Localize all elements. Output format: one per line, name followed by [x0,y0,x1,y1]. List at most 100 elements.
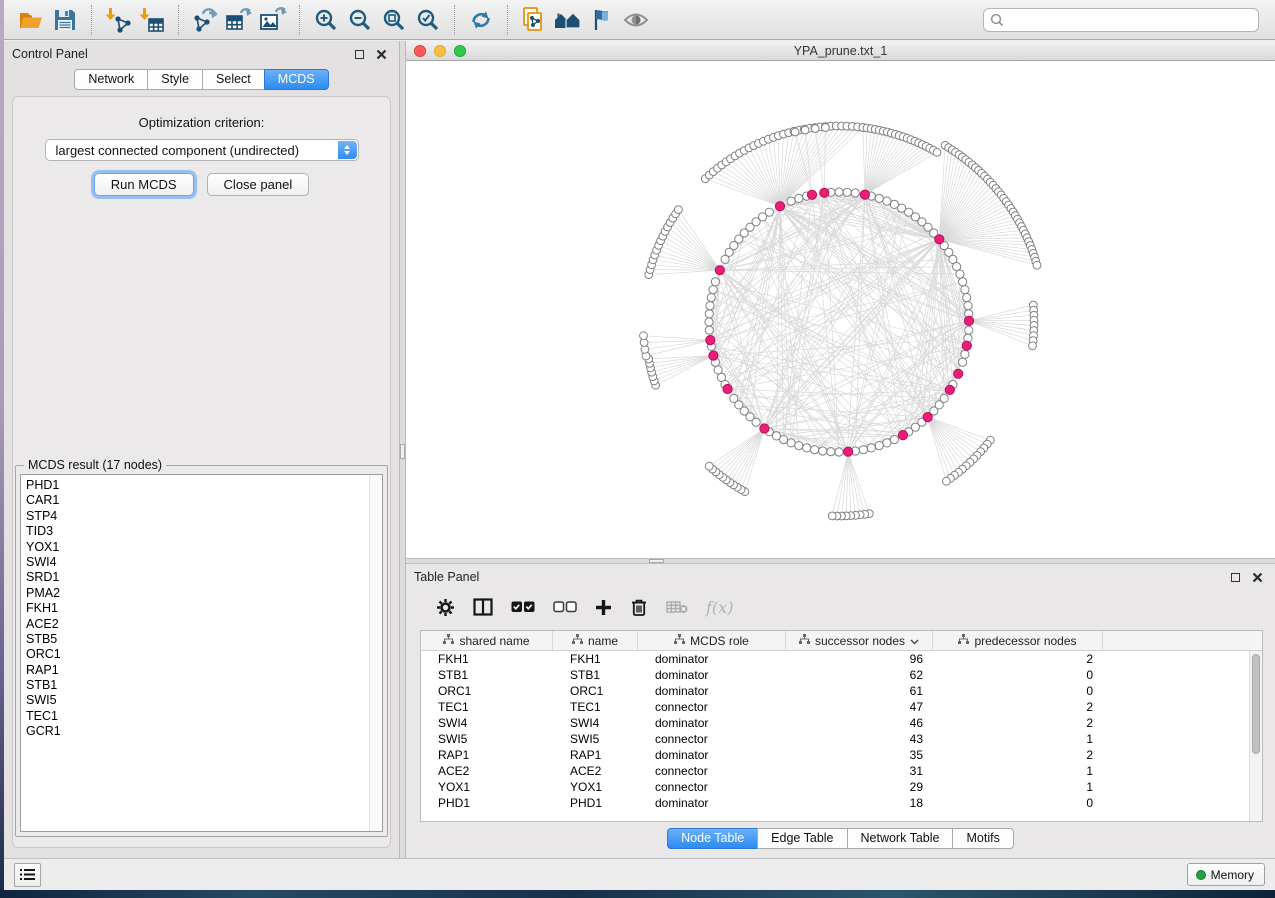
mcds-result-item[interactable]: SWI4 [21,555,368,570]
split-handle[interactable] [649,559,664,563]
column-header-successor-nodes[interactable]: successor nodes [786,631,933,650]
mcds-result-item[interactable]: YOX1 [21,540,368,555]
table-row[interactable]: ORC1ORC1dominator610 [421,683,1262,699]
mcds-result-item[interactable]: RAP1 [21,663,368,678]
table-row[interactable]: STB1STB1dominator620 [421,667,1262,683]
mcds-result-item[interactable]: PMA2 [21,586,368,601]
mcds-result-item[interactable]: FKH1 [21,601,368,616]
table-cell[interactable]: YOX1 [553,779,638,795]
column-header-predecessor-nodes[interactable]: predecessor nodes [933,631,1103,650]
table-cell[interactable]: PHD1 [421,795,553,811]
close-panel-icon[interactable] [373,47,389,61]
select-all-columns-icon[interactable] [511,601,535,613]
tab-node-table[interactable]: Node Table [667,828,758,849]
table-cell[interactable]: 0 [933,795,1103,811]
tab-style[interactable]: Style [147,69,203,90]
table-cell[interactable]: 0 [933,667,1103,683]
zoom-selected-icon[interactable] [411,4,445,36]
table-row[interactable]: ACE2ACE2connector311 [421,763,1262,779]
table-row[interactable]: RAP1RAP1dominator352 [421,747,1262,763]
column-header-name[interactable]: name [553,631,638,650]
table-cell[interactable]: dominator [638,651,786,667]
table-cell[interactable]: dominator [638,715,786,731]
mcds-result-item[interactable]: TID3 [21,524,368,539]
table-cell[interactable]: 31 [786,763,933,779]
show-column-icon[interactable] [473,598,493,616]
mcds-result-item[interactable]: ACE2 [21,617,368,632]
open-session-icon[interactable] [14,4,48,36]
close-panel-icon[interactable] [1249,570,1265,584]
mcds-result-item[interactable]: SWI5 [21,693,368,708]
show-hide-details-icon[interactable] [619,4,653,36]
close-panel-button[interactable]: Close panel [207,173,310,196]
export-image-icon[interactable] [256,4,290,36]
log-console-button[interactable] [14,863,41,887]
table-cell[interactable]: TEC1 [553,699,638,715]
zoom-in-icon[interactable] [309,4,343,36]
table-cell[interactable]: YOX1 [421,779,553,795]
table-scrollbar[interactable] [1249,651,1262,821]
table-row[interactable]: SWI5SWI5connector431 [421,731,1262,747]
table-cell[interactable]: dominator [638,667,786,683]
table-cell[interactable]: PHD1 [553,795,638,811]
hide-selected-icon[interactable] [585,4,619,36]
mcds-result-item[interactable]: CAR1 [21,493,368,508]
table-cell[interactable]: 46 [786,715,933,731]
tab-mcds[interactable]: MCDS [264,69,329,90]
tab-select[interactable]: Select [202,69,265,90]
table-cell[interactable]: ACE2 [421,763,553,779]
table-cell[interactable]: 1 [933,731,1103,747]
mcds-result-item[interactable]: STB1 [21,678,368,693]
mcds-result-item[interactable]: SRD1 [21,570,368,585]
table-cell[interactable]: RAP1 [421,747,553,763]
tab-network-table[interactable]: Network Table [847,828,954,849]
mcds-result-item[interactable]: TEC1 [21,709,368,724]
export-network-icon[interactable] [188,4,222,36]
table-row[interactable]: FKH1FKH1dominator962 [421,651,1262,667]
criterion-dropdown[interactable]: largest connected component (undirected) [45,139,359,161]
table-cell[interactable]: ORC1 [553,683,638,699]
delete-column-icon[interactable] [630,598,648,617]
mcds-result-list[interactable]: PHD1CAR1STP4TID3YOX1SWI4SRD1PMA2FKH1ACE2… [20,474,383,832]
table-cell[interactable]: SWI5 [421,731,553,747]
apply-preferred-layout-icon[interactable] [464,4,498,36]
table-cell[interactable]: 62 [786,667,933,683]
mcds-result-item[interactable]: STB5 [21,632,368,647]
import-table-icon[interactable] [135,4,169,36]
table-cell[interactable]: RAP1 [553,747,638,763]
table-cell[interactable]: 0 [933,683,1103,699]
vertical-split-divider[interactable] [399,41,406,858]
column-header-shared-name[interactable]: shared name [421,631,553,650]
export-table-icon[interactable] [222,4,256,36]
scrollbar-thumb[interactable] [1252,654,1260,754]
table-cell[interactable]: STB1 [553,667,638,683]
deselect-all-columns-icon[interactable] [553,601,577,613]
table-cell[interactable]: 2 [933,715,1103,731]
mcds-result-item[interactable]: STP4 [21,509,368,524]
table-cell[interactable]: ORC1 [421,683,553,699]
table-cell[interactable]: 1 [933,763,1103,779]
network-view-canvas[interactable] [406,61,1275,558]
table-cell[interactable]: dominator [638,795,786,811]
table-cell[interactable]: TEC1 [421,699,553,715]
table-row[interactable]: SWI4SWI4dominator462 [421,715,1262,731]
zoom-out-icon[interactable] [343,4,377,36]
table-cell[interactable]: 1 [933,779,1103,795]
run-mcds-button[interactable]: Run MCDS [94,173,194,196]
table-cell[interactable]: STB1 [421,667,553,683]
table-cell[interactable]: 96 [786,651,933,667]
mcds-result-item[interactable]: ORC1 [21,647,368,662]
split-handle[interactable] [400,444,405,459]
table-cell[interactable]: SWI5 [553,731,638,747]
table-cell[interactable]: connector [638,731,786,747]
table-cell[interactable]: connector [638,763,786,779]
first-neighbors-icon[interactable] [551,4,585,36]
new-network-from-selection-icon[interactable] [517,4,551,36]
float-panel-icon[interactable] [1227,570,1243,584]
table-cell[interactable]: SWI4 [553,715,638,731]
table-row[interactable]: TEC1TEC1connector472 [421,699,1262,715]
create-column-icon[interactable] [595,599,612,616]
save-session-icon[interactable] [48,4,82,36]
zoom-fit-content-icon[interactable] [377,4,411,36]
float-panel-icon[interactable] [351,47,367,61]
